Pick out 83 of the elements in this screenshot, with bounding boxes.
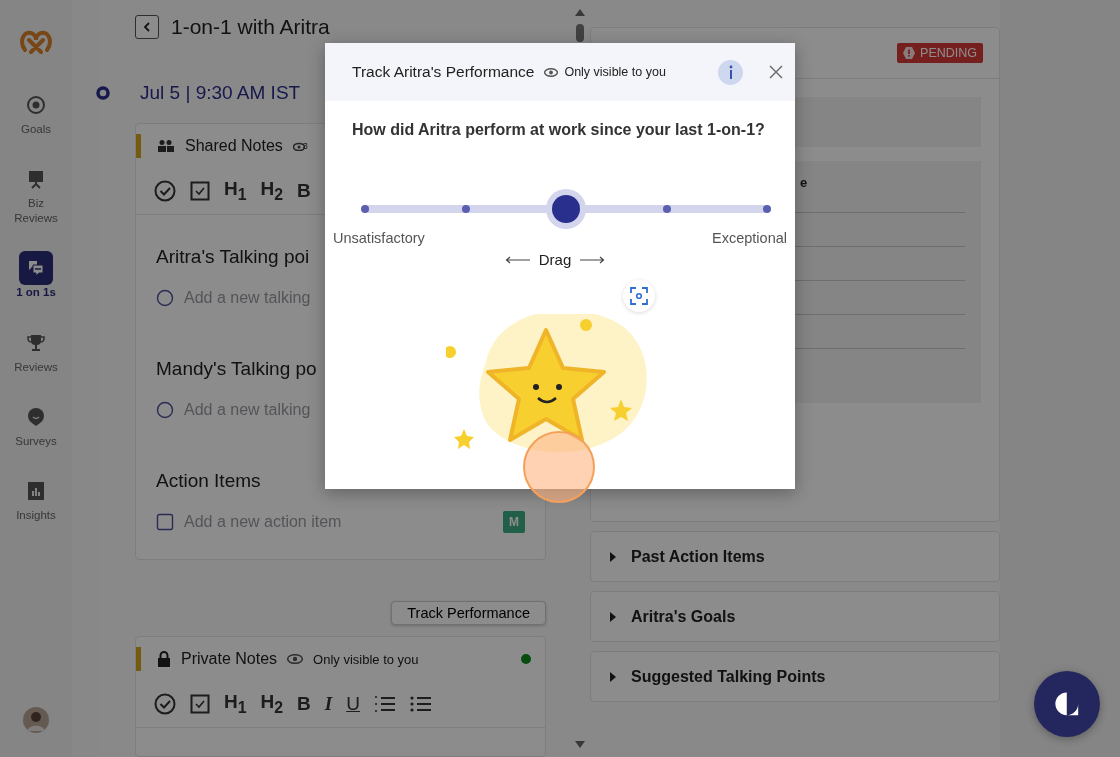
- info-icon: [727, 65, 734, 79]
- nav-item[interactable]: Biz Reviews: [0, 162, 72, 226]
- caret-icon: [609, 551, 617, 562]
- slider-tick: [461, 205, 470, 213]
- format-button[interactable]: I: [324, 693, 333, 715]
- caret-icon: [609, 671, 617, 682]
- lock-icon: [157, 651, 171, 667]
- checkbox-icon[interactable]: [190, 181, 210, 201]
- eye-icon: [287, 654, 304, 664]
- people-icon: [157, 139, 175, 153]
- numbered-list-icon[interactable]: [373, 695, 396, 713]
- format-button[interactable]: B: [297, 693, 311, 715]
- alert-icon: [903, 47, 916, 59]
- viewer-count: 3: [302, 141, 308, 151]
- collapsible-panel[interactable]: Suggested Talking Points: [590, 651, 1000, 702]
- add-item-field[interactable]: Add a new action item: [184, 513, 369, 531]
- format-button[interactable]: H$_{1}$: [224, 691, 247, 717]
- caret-icon: [609, 611, 617, 622]
- collapsible-panel[interactable]: Aritra's Goals: [590, 591, 1000, 642]
- collapsible-panel[interactable]: Past Action Items: [590, 531, 1000, 582]
- slider-tick: [763, 205, 771, 213]
- add-item-field[interactable]: Add a new talking: [184, 401, 324, 419]
- trophy-icon: [26, 332, 46, 353]
- question-text: How did Aritra perform at work since your last 1-on-1?: [351, 121, 766, 139]
- speech-bubble-icon: [26, 406, 46, 427]
- format-button[interactable]: B: [297, 180, 311, 202]
- section-title: Aritra's Talking poi: [156, 246, 310, 269]
- radio-circle-icon[interactable]: [156, 289, 174, 307]
- accent-bar: [136, 134, 141, 158]
- check-circle-icon[interactable]: [154, 180, 176, 202]
- visibility-note: Only visible to you: [313, 651, 419, 667]
- nav-item[interactable]: Surveys: [0, 399, 72, 449]
- status-label: PENDING: [920, 46, 977, 60]
- presentation-icon: [26, 169, 46, 190]
- chat-bubble-icon: [1053, 690, 1081, 718]
- column-text: e: [800, 175, 808, 190]
- card-title: Shared Notes: [185, 137, 283, 155]
- focus-button[interactable]: [623, 280, 655, 312]
- avatar-icon[interactable]: [23, 707, 49, 733]
- accent-bar: [136, 647, 141, 671]
- eye-icon[interactable]: [292, 141, 305, 151]
- format-button[interactable]: H$_{2}$: [260, 178, 284, 204]
- format-button[interactable]: H$_{1}$: [224, 178, 247, 204]
- bar-chart-icon: [26, 481, 46, 502]
- nav-item[interactable]: Goals: [0, 88, 72, 137]
- chevron-left-icon: [142, 22, 152, 32]
- bullet-list-icon[interactable]: [409, 695, 432, 713]
- slider-max-label: Exceptional: [712, 230, 787, 246]
- slider-tick: [662, 205, 671, 213]
- meeting-date: Jul 5 | 9:30 AM IST: [140, 82, 301, 104]
- slider-min-label: Unsatisfactory: [333, 230, 425, 246]
- dialog-title: Track Aritra's Performance: [352, 63, 535, 81]
- check-circle-icon[interactable]: [154, 693, 176, 715]
- section-title: Mandy's Talking po: [156, 358, 317, 381]
- eye-icon: [544, 67, 559, 77]
- checkbox-icon[interactable]: [190, 694, 210, 714]
- drag-hint: Drag: [538, 251, 572, 268]
- section-title: Action Items: [156, 470, 261, 493]
- nav-item[interactable]: Reviews: [0, 325, 72, 374]
- page-title: 1-on-1 with Aritra: [171, 15, 330, 39]
- back-button[interactable]: [135, 15, 159, 39]
- cursor-highlight: [523, 431, 595, 503]
- timeline-dot-icon: [96, 86, 110, 100]
- format-button[interactable]: H$_{2}$: [260, 691, 284, 717]
- arrow-right-icon: [579, 255, 606, 264]
- focus-icon: [630, 287, 648, 305]
- close-icon[interactable]: [769, 65, 783, 79]
- nav-item[interactable]: Insights: [0, 474, 72, 523]
- checkbox-icon[interactable]: [156, 513, 174, 531]
- format-button[interactable]: U: [346, 693, 360, 715]
- scroll-up-icon[interactable]: [575, 8, 585, 16]
- arrow-left-icon: [504, 255, 531, 264]
- target-icon: [26, 95, 46, 115]
- slider-tick: [361, 205, 369, 213]
- nav-item[interactable]: 1 on 1s: [0, 251, 72, 300]
- add-item-field[interactable]: Add a new talking: [184, 289, 324, 307]
- card-title: Private Notes: [181, 650, 278, 668]
- info-button[interactable]: [718, 59, 743, 85]
- scroll-thumb[interactable]: [576, 24, 584, 42]
- visibility-note: Only visible to you: [564, 65, 666, 79]
- scroll-down-icon[interactable]: [575, 741, 585, 749]
- radio-circle-icon[interactable]: [156, 401, 174, 419]
- track-performance-button[interactable]: Track Performance: [391, 601, 546, 625]
